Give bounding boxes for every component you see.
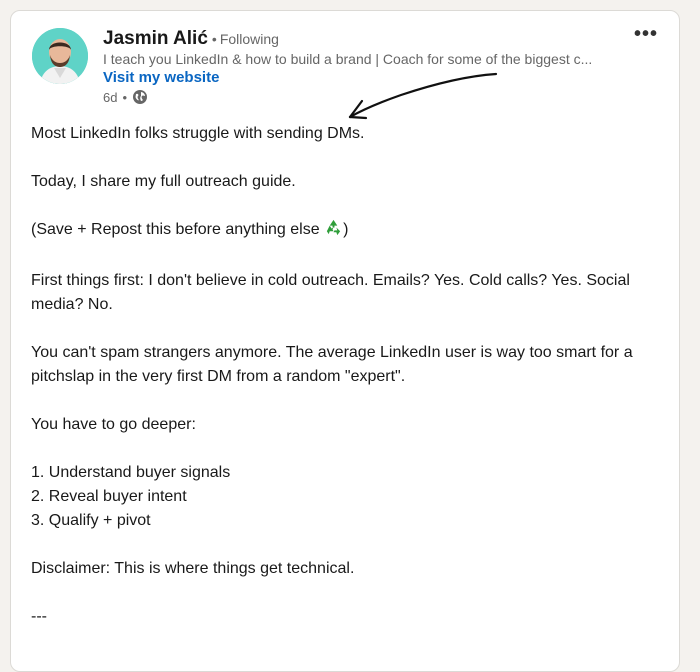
author-avatar[interactable] (32, 28, 88, 84)
post-body: Most LinkedIn folks struggle with sendin… (31, 122, 661, 653)
post-time: 6d (103, 89, 118, 105)
author-headline: I teach you LinkedIn & how to build a br… (103, 51, 593, 67)
recycle-emoji-icon (324, 218, 343, 245)
follow-status[interactable]: Following (220, 31, 279, 47)
post-meta: 6d • (103, 89, 148, 105)
list-item: 2. Reveal buyer intent (31, 488, 187, 505)
avatar-photo (32, 28, 88, 84)
post-card: Jasmin Alić • Following I teach you Link… (10, 10, 680, 672)
visit-website-link[interactable]: Visit my website (103, 69, 219, 86)
post-paragraph: You have to go deeper: (31, 416, 196, 433)
post-paragraph: Most LinkedIn folks struggle with sendin… (31, 125, 365, 142)
post-paragraph: Disclaimer: This is where things get tec… (31, 560, 355, 577)
post-text: (Save + Repost this before anything else (31, 221, 325, 238)
more-options-icon[interactable]: ••• (631, 19, 661, 49)
numbered-list: 1. Understand buyer signals 2. Reveal bu… (31, 461, 661, 533)
post-paragraph: First things first: I don't believe in c… (31, 272, 630, 313)
author-name-row: Jasmin Alić • Following (103, 28, 279, 50)
list-item: 3. Qualify + pivot (31, 512, 151, 529)
post-divider: --- (31, 608, 47, 625)
separator-dot: • (122, 89, 128, 105)
post-paragraph: You can't spam strangers anymore. The av… (31, 344, 633, 385)
post-text: ) (343, 221, 349, 238)
post-paragraph: Today, I share my full outreach guide. (31, 173, 296, 190)
globe-icon (132, 89, 148, 105)
separator-dot: • (211, 31, 217, 47)
list-item: 1. Understand buyer signals (31, 464, 231, 481)
post-paragraph: (Save + Repost this before anything else… (31, 218, 661, 245)
author-name[interactable]: Jasmin Alić (103, 28, 208, 50)
